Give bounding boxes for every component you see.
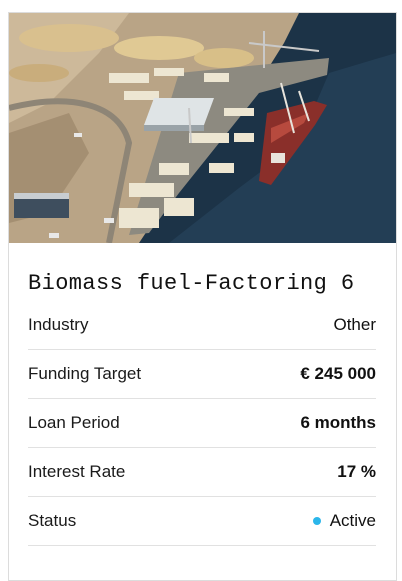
detail-row-industry: Industry Other bbox=[28, 301, 376, 350]
loan-period-value: 6 months bbox=[300, 413, 376, 432]
funding-target-label: Funding Target bbox=[28, 364, 142, 383]
status-badge: Active bbox=[312, 511, 376, 531]
port-aerial-image bbox=[9, 13, 396, 243]
project-title: Biomass fuel-Factoring 6 bbox=[28, 271, 355, 296]
detail-row-funding-target: Funding Target € 245 000 bbox=[28, 350, 376, 399]
status-label: Status bbox=[28, 511, 77, 530]
project-photo[interactable] bbox=[9, 13, 396, 243]
interest-rate-label: Interest Rate bbox=[28, 462, 126, 481]
detail-row-loan-period: Loan Period 6 months bbox=[28, 399, 376, 448]
loan-period-label: Loan Period bbox=[28, 413, 120, 432]
industry-value: Other bbox=[333, 315, 376, 334]
interest-rate-value: 17 % bbox=[337, 462, 376, 481]
industry-label: Industry bbox=[28, 315, 89, 334]
detail-row-interest-rate: Interest Rate 17 % bbox=[28, 448, 376, 497]
detail-row-status: Status Active bbox=[28, 497, 376, 546]
status-value: Active bbox=[329, 511, 376, 530]
project-card[interactable]: Biomass fuel-Factoring 6 Industry Other … bbox=[8, 12, 397, 581]
status-dot-icon bbox=[312, 517, 321, 525]
funding-target-value: € 245 000 bbox=[300, 364, 376, 383]
